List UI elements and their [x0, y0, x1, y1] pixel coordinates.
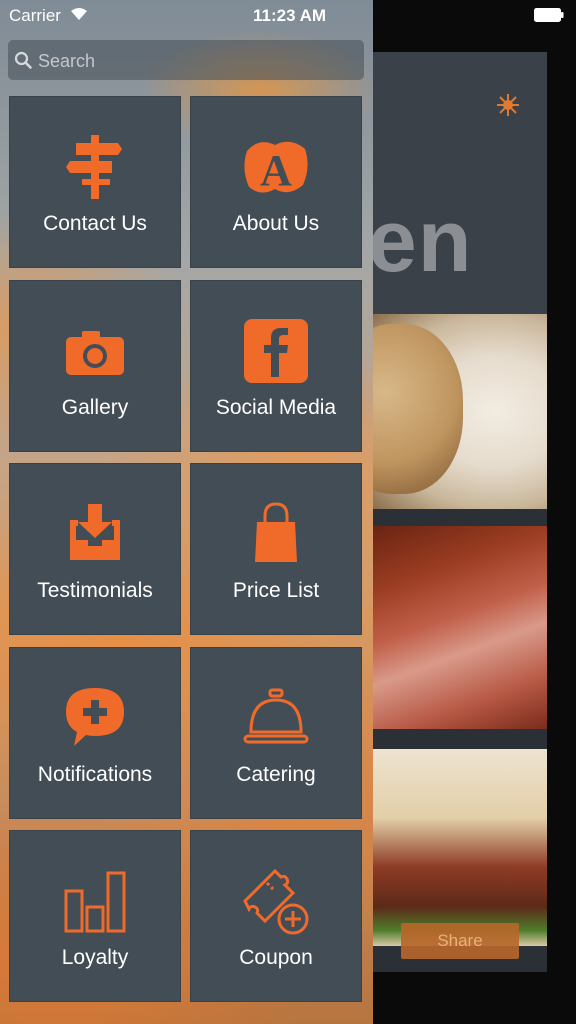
background-app-title: hen [373, 191, 473, 290]
facebook-icon [244, 319, 308, 383]
sausage-bacon-photo [373, 526, 547, 729]
ticket-plus-icon [243, 868, 309, 935]
menu-tile-label: Catering [236, 763, 316, 786]
menu-tile-contact-us[interactable]: Contact Us [9, 96, 181, 268]
wifi-icon [71, 8, 87, 20]
status-bar: Carrier 11:23 AM [0, 0, 576, 32]
menu-tile-about-us[interactable]: A About Us [190, 96, 362, 268]
menu-tile-label: Notifications [37, 763, 153, 786]
menu-tile-gallery[interactable]: Gallery [9, 280, 181, 452]
network-icon[interactable] [493, 90, 523, 120]
background-app: hen Share [373, 0, 576, 1024]
camera-icon [66, 331, 124, 375]
background-header: hen [373, 52, 547, 314]
svg-text:A: A [260, 146, 292, 195]
bar-chart-icon [64, 871, 126, 933]
menu-tile-label: Testimonials [37, 579, 153, 602]
side-menu: Contact Us A About Us Gallery Social Med… [0, 0, 373, 1024]
pancake-image [373, 324, 463, 494]
menu-tile-loyalty[interactable]: Loyalty [9, 830, 181, 1002]
carrier-label: Carrier [9, 6, 61, 25]
menu-tile-label: Loyalty [61, 946, 129, 969]
background-panel: hen Share [373, 52, 547, 972]
status-time: 11:23 AM [253, 6, 327, 25]
signpost-icon [66, 135, 122, 199]
shopping-bag-icon [255, 502, 297, 562]
menu-tile-price-list[interactable]: Price List [190, 463, 362, 635]
menu-tile-catering[interactable]: Catering [190, 647, 362, 819]
cloche-icon [243, 688, 309, 744]
menu-tile-label: Coupon [239, 946, 313, 969]
sandwich-photo [373, 749, 547, 946]
menu-tile-label: Social Media [215, 396, 337, 419]
menu-tile-coupon[interactable]: Coupon [190, 830, 362, 1002]
menu-tile-label: About Us [232, 212, 320, 235]
letter-a-icon: A [244, 141, 308, 195]
menu-tile-testimonials[interactable]: Testimonials [9, 463, 181, 635]
search-bar[interactable] [8, 40, 364, 82]
share-button[interactable]: Share [401, 923, 519, 959]
pancakes-photo [373, 314, 547, 509]
inbox-download-icon [70, 504, 120, 560]
search-icon [14, 51, 32, 69]
menu-tile-notifications[interactable]: Notifications [9, 647, 181, 819]
chat-plus-icon [66, 688, 124, 746]
search-input[interactable] [36, 40, 360, 82]
menu-tile-social-media[interactable]: Social Media [190, 280, 362, 452]
menu-tile-label: Price List [232, 579, 320, 602]
battery-icon [534, 8, 564, 22]
menu-tile-label: Gallery [61, 396, 129, 419]
menu-tile-label: Contact Us [43, 212, 147, 235]
